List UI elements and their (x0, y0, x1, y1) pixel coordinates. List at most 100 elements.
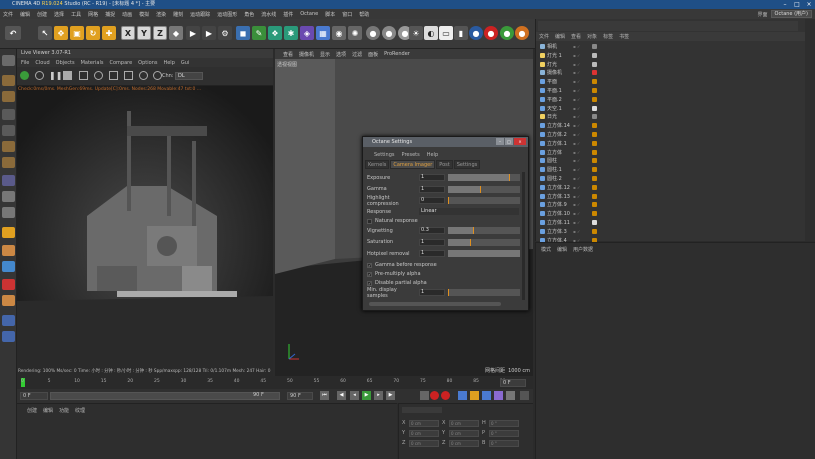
menu-item-3[interactable]: 选择 (54, 11, 64, 18)
param-value-field[interactable]: 0.3 (419, 227, 445, 234)
option-checkbox[interactable]: ✓ (367, 262, 372, 268)
visibility-check-icon[interactable]: ▪ ✓ (573, 123, 580, 128)
next-frame-icon[interactable]: ▸ (374, 391, 383, 400)
coord-field[interactable]: 0 cm (449, 429, 479, 437)
menu-item-0[interactable]: 文件 (3, 11, 13, 18)
menu-item-19[interactable]: 帮助 (359, 11, 369, 18)
dialog-menu-presets[interactable]: Presets (402, 152, 420, 158)
visibility-check-icon[interactable]: ▪ ✓ (573, 176, 580, 181)
camera-icon[interactable]: ◉ (332, 26, 346, 40)
maximize-icon[interactable]: □ (791, 0, 803, 9)
option-checkbox[interactable]: ✓ (367, 271, 372, 277)
object-row[interactable]: 平面 ▪ ✓ (536, 77, 798, 86)
coord-field[interactable]: 0 cm (449, 439, 479, 447)
object-row[interactable]: 立方体.10 ▪ ✓ (536, 209, 798, 218)
param-slider[interactable] (448, 227, 520, 234)
model-mode-icon[interactable] (2, 55, 15, 66)
end-frame-field[interactable]: 90 F (287, 392, 313, 400)
timeline-ruler[interactable]: 051015202530354045505560657075808590 0 F (17, 376, 533, 389)
live-viewer-render[interactable]: Check:0ms/0ms. MeshGen:69ms. Update[C]:0… (17, 86, 273, 368)
octane-live-viewer-icon[interactable]: ● (500, 26, 514, 40)
start-render-icon[interactable] (20, 71, 29, 80)
add-tool-icon[interactable]: ✚ (102, 26, 116, 40)
dialog-maximize-icon[interactable]: □ (505, 138, 513, 145)
record-icon[interactable] (430, 391, 439, 400)
key-rotation-icon[interactable] (482, 391, 491, 400)
attribute-menu-item[interactable]: 编辑 (557, 246, 567, 253)
object-row[interactable]: 立方体.1 ▪ ✓ (536, 139, 798, 148)
dialog-menu-help[interactable]: Help (427, 152, 438, 158)
param-slider[interactable] (448, 197, 520, 204)
option-checkbox[interactable]: ✓ (367, 280, 372, 286)
render-region-icon[interactable]: ▶ (186, 26, 200, 40)
visibility-check-icon[interactable]: ▪ ✓ (573, 114, 580, 119)
object-tag-icon[interactable] (592, 167, 597, 173)
object-row[interactable]: 立方体.12 ▪ ✓ (536, 183, 798, 192)
menu-item-15[interactable]: 插件 (283, 11, 293, 18)
object-row[interactable]: 平面.2 ▪ ✓ (536, 95, 798, 104)
live-viewer-menu-cloud[interactable]: Cloud (35, 60, 49, 66)
dialog-close-icon[interactable]: × (514, 138, 526, 145)
object-tag-icon[interactable] (592, 149, 597, 155)
param-slider[interactable] (448, 174, 520, 181)
object-mode-icon[interactable] (2, 157, 15, 168)
visibility-check-icon[interactable]: ▪ ✓ (573, 88, 580, 93)
current-frame-field[interactable]: 0 F (500, 379, 526, 387)
live-viewer-menu-compare[interactable]: Compare (109, 60, 132, 66)
material-picker-icon[interactable] (109, 71, 118, 80)
menu-item-9[interactable]: 渲染 (156, 11, 166, 18)
visibility-check-icon[interactable]: ▪ ✓ (573, 62, 580, 67)
object-tag-icon[interactable] (592, 158, 597, 164)
channel-select[interactable]: DL (175, 72, 203, 80)
coord-field[interactable]: 0 ° (489, 429, 519, 437)
visibility-check-icon[interactable]: ▪ ✓ (573, 167, 580, 172)
magnet-icon[interactable] (2, 295, 15, 306)
polygons-mode-icon[interactable] (2, 141, 15, 152)
object-tag-icon[interactable] (592, 96, 597, 102)
z-axis-icon[interactable]: Z (153, 26, 167, 40)
menu-item-4[interactable]: 工具 (71, 11, 81, 18)
coord-field[interactable]: 0 cm (449, 419, 479, 427)
tweak-icon[interactable] (2, 315, 15, 326)
coord-field[interactable]: 0 cm (409, 419, 439, 427)
live-viewer-menu-objects[interactable]: Objects (56, 60, 75, 66)
clay-icon[interactable] (153, 71, 162, 80)
stop-icon[interactable] (63, 71, 72, 80)
edges-mode-icon[interactable] (2, 125, 15, 136)
object-tag-icon[interactable] (592, 79, 597, 85)
go-start-icon[interactable]: ⏮ (320, 391, 329, 400)
visibility-check-icon[interactable]: ▪ ✓ (573, 44, 580, 49)
visibility-check-icon[interactable]: ▪ ✓ (573, 53, 580, 58)
menu-item-14[interactable]: 流水线 (261, 11, 276, 18)
param-slider[interactable] (448, 238, 520, 246)
live-viewer-menu-file[interactable]: File (21, 60, 29, 66)
workplane-mode-icon[interactable] (2, 91, 15, 102)
visibility-check-icon[interactable]: ▪ ✓ (573, 141, 580, 146)
key-position-icon[interactable] (458, 391, 467, 400)
object-tag-icon[interactable] (592, 132, 597, 137)
menu-item-13[interactable]: 角色 (244, 11, 254, 18)
menu-item-16[interactable]: Octane (300, 11, 318, 17)
object-row[interactable]: 立方体.14 ▪ ✓ (536, 121, 798, 130)
play-icon[interactable]: ▶ (362, 391, 371, 400)
octane-texture-icon[interactable]: ● (469, 26, 483, 40)
octane-camera-icon[interactable]: ▭ (439, 26, 453, 40)
deformer-icon[interactable]: ◈ (300, 26, 314, 40)
visibility-check-icon[interactable]: ▪ ✓ (573, 194, 580, 199)
dialog-tab[interactable]: Settings (453, 160, 481, 169)
visibility-check-icon[interactable]: ▪ ✓ (573, 185, 580, 190)
visibility-check-icon[interactable]: ▪ ✓ (573, 97, 580, 102)
object-tag-icon[interactable] (592, 123, 597, 129)
sculpt-icon[interactable] (2, 227, 15, 238)
live-viewer-menu-gui[interactable]: Gui (181, 60, 189, 66)
menu-item-5[interactable]: 网格 (88, 11, 98, 18)
object-row[interactable]: 立方体.11 ▪ ✓ (536, 218, 798, 227)
object-row[interactable]: 圆柱.1 ▪ ✓ (536, 165, 798, 174)
key-pla-icon[interactable] (506, 391, 515, 400)
visibility-check-icon[interactable]: ▪ ✓ (573, 202, 580, 207)
param-value-field[interactable]: 1 (419, 174, 445, 181)
soft-selection-icon[interactable] (2, 279, 15, 290)
close-icon[interactable]: × (803, 0, 815, 9)
snap-icon[interactable] (2, 191, 15, 202)
octane-sun-icon[interactable]: ☀ (409, 26, 423, 40)
